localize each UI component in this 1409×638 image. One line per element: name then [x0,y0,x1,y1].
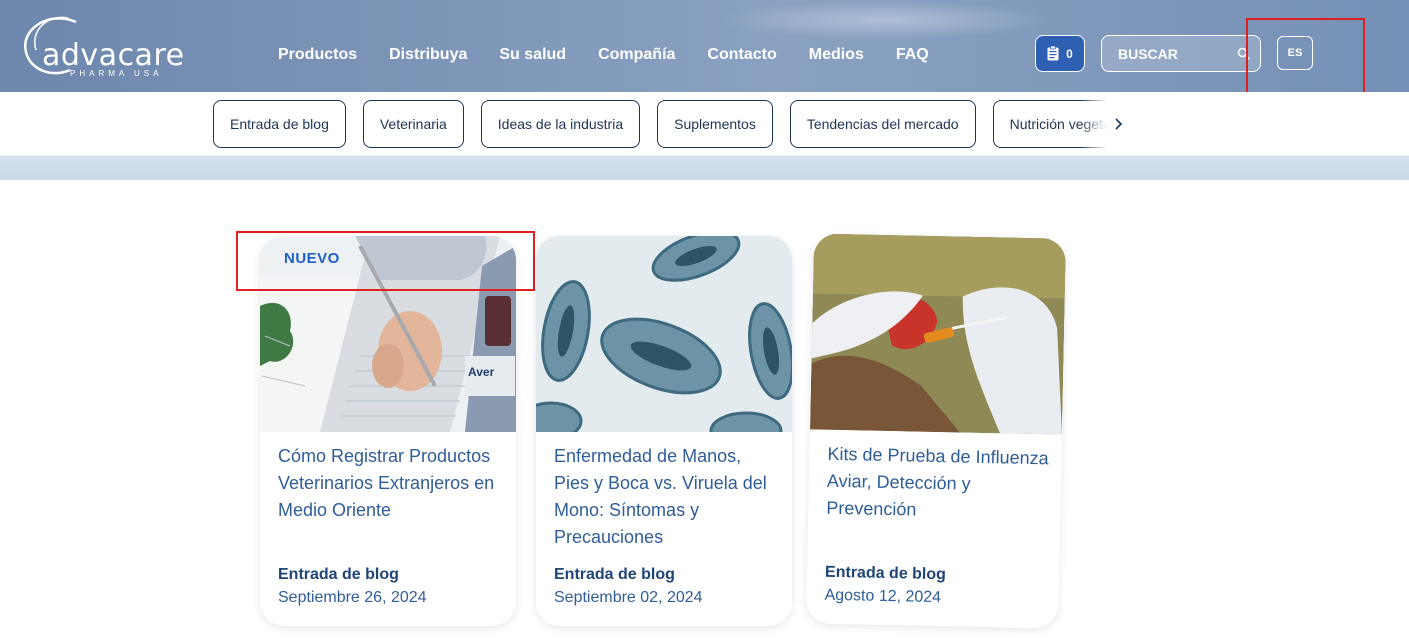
chip-suplementos[interactable]: Suplementos [657,100,773,148]
blog-card[interactable]: Enfermedad de Manos, Pies y Boca vs. Vir… [536,236,792,626]
blog-card[interactable]: Kits de Prueba de Influenza Aviar, Detec… [805,233,1067,629]
chip-tendencias-mercado[interactable]: Tendencias del mercado [789,100,976,148]
highlight-box-language [1246,18,1365,97]
card-title[interactable]: Enfermedad de Manos, Pies y Boca vs. Vir… [554,443,779,551]
card-image-avian-flu [810,233,1067,435]
card-category: Entrada de blog [824,563,947,584]
nav-medios[interactable]: Medios [809,46,864,64]
cart-count: 0 [1066,46,1073,61]
chip-veterinaria[interactable]: Veterinaria [362,100,464,148]
card-title[interactable]: Cómo Registrar Productos Veterinarios Ex… [278,443,503,524]
svg-text:Aver: Aver [468,365,495,379]
logo-wordmark: advacare [42,38,185,73]
card-category: Entrada de blog [554,566,675,583]
chip-entrada-de-blog[interactable]: Entrada de blog [213,100,346,148]
search-label: BUSCAR [1118,45,1178,62]
main-nav: Productos Distribuya Su salud Compañía C… [278,46,961,64]
logo-subtitle: PHARMA USA [70,69,163,78]
site-header: advacare PHARMA USA Productos Distribuya… [0,0,1409,92]
card-title[interactable]: Kits de Prueba de Influenza Aviar, Detec… [826,441,1053,527]
chip-ideas-industria[interactable]: Ideas de la industria [480,100,641,148]
clipboard-icon [1047,46,1059,61]
highlight-box-new [236,231,535,291]
nav-faq[interactable]: FAQ [896,46,929,64]
nav-productos[interactable]: Productos [278,46,357,64]
search-input[interactable]: BUSCAR [1101,35,1261,72]
nav-contacto[interactable]: Contacto [707,46,776,64]
blog-card[interactable]: Aver NUEVO Cómo Registrar Productos Vete… [260,236,516,626]
card-date: Septiembre 26, 2024 [278,589,427,606]
card-date: Agosto 12, 2024 [824,586,942,607]
category-chips: Entrada de blog Veterinaria Ideas de la … [213,100,1110,148]
cart-button[interactable]: 0 [1035,35,1085,72]
card-category: Entrada de blog [278,566,399,583]
chips-fade [1080,100,1110,148]
advacare-logo[interactable]: advacare PHARMA USA [18,12,188,82]
card-image-virus [536,236,792,432]
nav-distribuya[interactable]: Distribuya [389,46,467,64]
nav-su-salud[interactable]: Su salud [499,46,566,64]
chevron-right-icon[interactable] [1113,115,1125,133]
card-date: Septiembre 02, 2024 [554,589,703,606]
nav-compania[interactable]: Compañía [598,46,675,64]
